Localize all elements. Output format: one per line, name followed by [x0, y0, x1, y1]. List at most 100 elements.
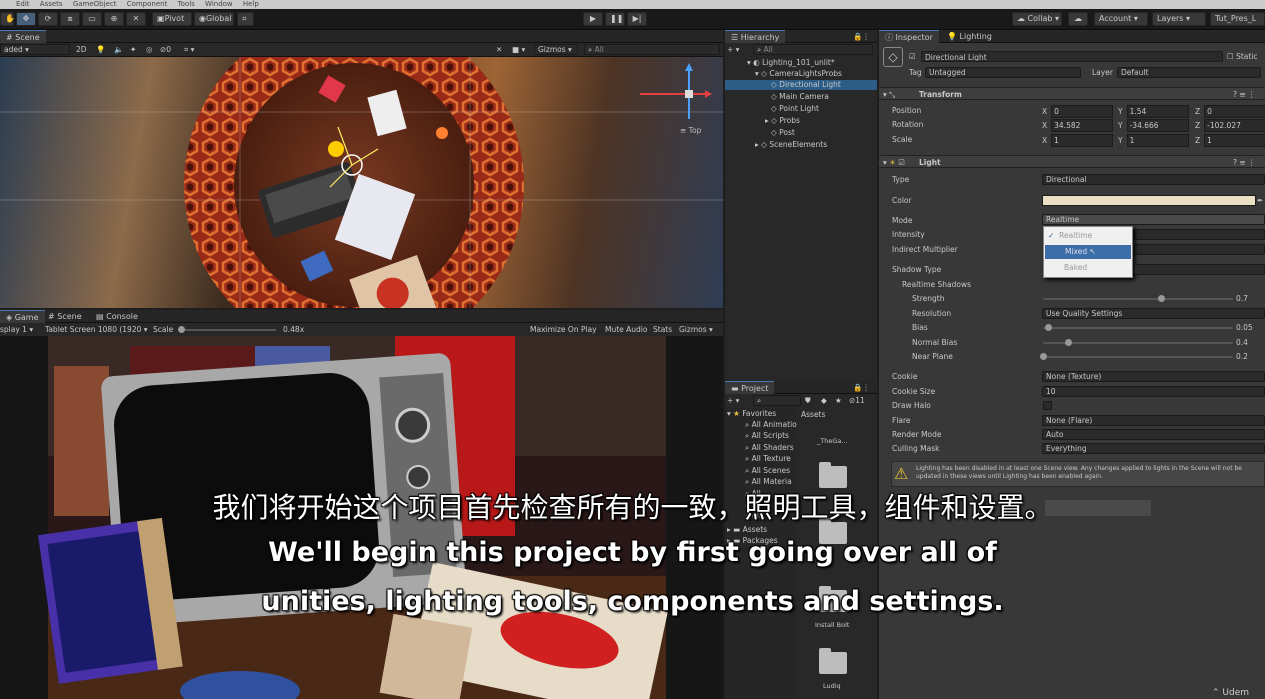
asset-file[interactable]: _TheGa...: [817, 436, 848, 447]
hierarchy-item[interactable]: ▾ ◐ Lighting_101_unlit*: [747, 58, 835, 68]
active-checkbox[interactable]: ☑: [909, 51, 916, 62]
strength-slider[interactable]: [1043, 298, 1233, 300]
cloud-services-icon[interactable]: ☁: [1068, 12, 1088, 26]
lighting-toggle-icon[interactable]: 💡: [96, 44, 105, 55]
shadow-type-dropdown[interactable]: [1134, 264, 1265, 275]
normal-bias-value[interactable]: 0.4: [1236, 337, 1248, 348]
lock-icon[interactable]: 🔒⋮: [853, 31, 870, 42]
hierarchy-item[interactable]: ◇ Main Camera: [771, 92, 829, 102]
layout-dropdown[interactable]: Tut_Pres_L: [1210, 12, 1265, 26]
folder-icon[interactable]: [819, 648, 847, 674]
move-tool-icon[interactable]: ✥: [16, 12, 36, 26]
favorite-item[interactable]: ⌕ All Texture: [745, 453, 791, 464]
rotate-tool-icon[interactable]: ⟳: [38, 12, 58, 26]
menu-assets[interactable]: Assets: [40, 0, 63, 8]
menu-gameobject[interactable]: GameObject: [73, 0, 117, 8]
game-gizmos-dropdown[interactable]: Gizmos ▾: [679, 324, 713, 335]
rotation-x-field[interactable]: X 34.582: [1042, 119, 1114, 132]
filter-label-icon[interactable]: ◆: [821, 395, 827, 406]
near-plane-slider[interactable]: [1043, 356, 1233, 358]
custom-tool-icon[interactable]: ✕: [126, 12, 146, 26]
bias-slider-knob[interactable]: [1044, 324, 1052, 331]
tab-scene-secondary[interactable]: # Scene: [42, 310, 88, 323]
display-dropdown[interactable]: splay 1 ▾: [0, 324, 33, 335]
tab-inspector[interactable]: ⓘ Inspector: [879, 30, 939, 43]
mode-option-realtime[interactable]: ✓ Realtime: [1048, 230, 1092, 241]
tab-hierarchy[interactable]: ☰ Hierarchy: [725, 30, 786, 43]
orientation-label[interactable]: ≡ Top: [680, 125, 701, 136]
strength-value[interactable]: 0.7: [1236, 293, 1248, 304]
transform-tool-icon[interactable]: ⊕: [104, 12, 124, 26]
project-search-input[interactable]: ⌕: [753, 395, 801, 406]
create-plus-button[interactable]: + ▾: [727, 44, 739, 55]
audio-toggle-icon[interactable]: 🔈: [114, 44, 123, 55]
favorite-star-icon[interactable]: ★: [835, 395, 842, 406]
render-mode-dropdown[interactable]: Auto: [1042, 429, 1265, 440]
normal-bias-slider-knob[interactable]: [1065, 339, 1073, 346]
culling-mask-dropdown[interactable]: Everything: [1042, 443, 1265, 454]
hierarchy-item-selected[interactable]: ◇ Directional Light: [725, 80, 877, 90]
tag-dropdown[interactable]: Untagged: [925, 67, 1081, 78]
scale-z-field[interactable]: Z1: [1195, 134, 1265, 147]
layer-dropdown[interactable]: Default: [1117, 67, 1261, 78]
mode-dropdown[interactable]: Realtime: [1042, 214, 1265, 225]
component-menu-icon[interactable]: ? ≡ ⋮: [1233, 89, 1256, 100]
project-lock-icon[interactable]: 🔒⋮: [853, 382, 870, 393]
pause-button[interactable]: ❚❚: [605, 12, 625, 26]
hidden-packages-toggle[interactable]: ⊘11: [849, 395, 865, 406]
light-menu-icon[interactable]: ? ≡ ⋮: [1233, 157, 1256, 168]
step-button[interactable]: ▶|: [627, 12, 647, 26]
mode-option-baked[interactable]: Baked: [1064, 262, 1087, 273]
hierarchy-item[interactable]: ▸ ◇ SceneElements: [755, 140, 827, 150]
tab-scene[interactable]: # Scene: [0, 30, 46, 43]
2d-toggle[interactable]: 2D: [76, 44, 87, 55]
gizmos-dropdown[interactable]: Gizmos ▾: [534, 44, 578, 55]
tab-lighting[interactable]: 💡 Lighting: [941, 30, 998, 43]
scale-x-field[interactable]: X1: [1042, 134, 1114, 147]
collab-button[interactable]: ☁ Collab ▾: [1012, 12, 1062, 26]
pivot-toggle[interactable]: ▣Pivot: [152, 12, 192, 26]
draw-halo-checkbox[interactable]: [1043, 401, 1052, 410]
strength-slider-knob[interactable]: [1157, 295, 1165, 302]
position-z-field[interactable]: Z0: [1195, 105, 1265, 118]
maximize-on-play-toggle[interactable]: Maximize On Play: [530, 324, 597, 335]
hierarchy-item[interactable]: ▸ ◇ Probs: [765, 116, 800, 126]
near-plane-value[interactable]: 0.2: [1236, 351, 1248, 362]
bias-value[interactable]: 0.05: [1236, 322, 1253, 333]
light-header[interactable]: ▾ ☀ ☑ Light ? ≡ ⋮: [879, 155, 1265, 168]
menu-window[interactable]: Window: [205, 0, 233, 8]
play-button[interactable]: ▶: [583, 12, 603, 26]
menu-help[interactable]: Help: [243, 0, 259, 8]
account-dropdown[interactable]: Account ▾: [1094, 12, 1148, 26]
near-plane-slider-knob[interactable]: [1040, 353, 1047, 360]
object-name-field[interactable]: Directional Light: [921, 51, 1223, 62]
effects-toggle-icon[interactable]: ✦: [130, 44, 136, 55]
resolution-dropdown[interactable]: Use Quality Settings: [1042, 308, 1265, 319]
grid-snap-icon[interactable]: ⌗: [237, 12, 254, 26]
eyedropper-icon[interactable]: ✒: [1257, 195, 1263, 206]
rect-tool-icon[interactable]: ▭: [82, 12, 102, 26]
favorite-item[interactable]: ⌕ All Scenes: [745, 465, 790, 476]
favorites-folder[interactable]: ▾ ★ Favorites: [727, 408, 776, 419]
menu-tools[interactable]: Tools: [178, 0, 195, 8]
mode-option-mixed[interactable]: Mixed ↖: [1045, 245, 1131, 259]
assets-breadcrumb[interactable]: Assets: [801, 409, 825, 420]
menu-component[interactable]: Component: [127, 0, 168, 8]
hand-tool-icon[interactable]: ✋: [0, 12, 15, 26]
hierarchy-item[interactable]: ▾ ◇ CameraLightsProbs: [755, 69, 842, 79]
project-create-button[interactable]: + ▾: [727, 395, 739, 406]
scale-y-field[interactable]: Y1: [1118, 134, 1189, 147]
scale-tool-icon[interactable]: ⧈: [60, 12, 80, 26]
tab-project[interactable]: ▬ Project: [725, 381, 775, 394]
overlay-toggle[interactable]: ⊘0: [160, 44, 171, 55]
scale-slider[interactable]: [180, 329, 276, 331]
favorite-item[interactable]: ⌕ All Scripts: [745, 430, 789, 441]
stats-toggle[interactable]: Stats: [653, 324, 672, 335]
position-x-field[interactable]: X0: [1042, 105, 1114, 118]
folder-icon[interactable]: [819, 462, 847, 488]
filter-type-icon[interactable]: ⛊: [805, 395, 811, 406]
position-y-field[interactable]: Y 1.54: [1118, 105, 1189, 118]
type-dropdown[interactable]: Directional: [1042, 174, 1265, 185]
global-toggle[interactable]: ◉Global: [194, 12, 234, 26]
favorite-item[interactable]: ⌕ All Animatio: [745, 419, 797, 430]
